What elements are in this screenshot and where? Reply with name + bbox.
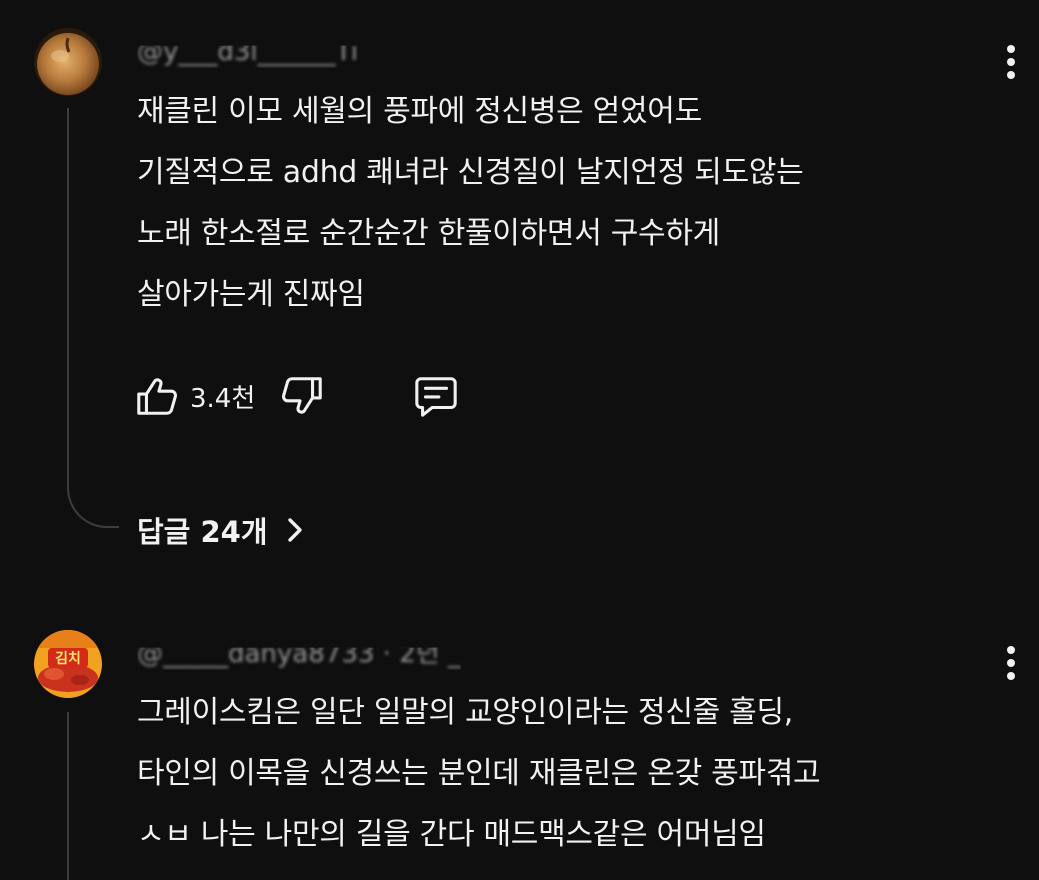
like-count: 3.4천	[190, 383, 256, 414]
replies-label: 답글 24개	[137, 515, 268, 549]
apple-avatar-icon	[34, 28, 102, 96]
comment-author[interactable]: @y___d3l______Ti	[137, 46, 358, 68]
reply-button[interactable]	[413, 373, 459, 419]
comment-bubble-icon	[415, 377, 457, 417]
more-dot-icon	[1007, 45, 1015, 53]
comment-actions: 3.4천	[134, 371, 459, 421]
view-replies-button[interactable]: 답글 24개	[137, 508, 310, 552]
comment-author[interactable]: @_____danya8733 · 2년 _	[137, 648, 461, 670]
avatar[interactable]	[34, 28, 102, 96]
avatar-label: 김치	[55, 650, 81, 667]
comment-text: 재클린 이모 세월의 풍파에 정신병은 얻었어도 기질적으로 adhd 쾌녀라 …	[137, 94, 804, 312]
dislike-button[interactable]	[279, 373, 325, 419]
thumbs-down-icon	[282, 377, 323, 414]
thread-line	[67, 712, 69, 880]
chevron-right-icon	[287, 518, 302, 542]
more-options-button[interactable]	[996, 42, 1026, 82]
comment-section: @y___d3l______Ti 재클린 이모 세월의 풍파에 정신병은 얻었어…	[0, 0, 1039, 880]
like-button[interactable]: 3.4천	[134, 373, 255, 419]
comment-text: 그레이스킴은 일단 일말의 교양인이라는 정신줄 홀딩, 타인의 이목을 신경쓰…	[137, 695, 821, 852]
avatar[interactable]: 김치	[34, 630, 102, 698]
more-dot-icon	[1007, 659, 1015, 667]
more-dot-icon	[1007, 71, 1015, 79]
kimchi-ramen-avatar-icon: 김치	[34, 630, 102, 698]
thread-line	[67, 108, 69, 486]
more-dot-icon	[1007, 672, 1015, 680]
more-dot-icon	[1007, 58, 1015, 66]
more-dot-icon	[1007, 646, 1015, 654]
thread-curve	[67, 484, 119, 528]
more-options-button[interactable]	[996, 643, 1026, 683]
thumbs-up-icon	[137, 378, 177, 415]
